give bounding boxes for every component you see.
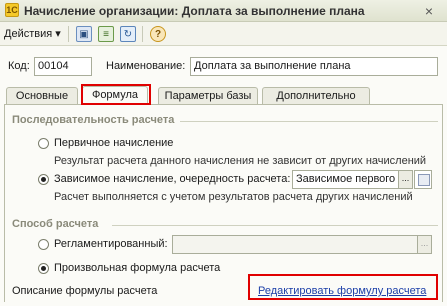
toolbar: Действия ▾ ▣ ≡ ↻ ?: [0, 22, 447, 46]
ellipsis-icon[interactable]: ...: [398, 171, 412, 188]
ellipsis-icon[interactable]: ...: [417, 236, 431, 253]
title-bar: 1С Начисление организации: Доплата за вы…: [0, 0, 447, 22]
actions-menu[interactable]: Действия ▾: [4, 27, 61, 40]
primary-accrual-description: Результат расчета данного начисления не …: [54, 155, 427, 167]
dependent-accrual-label: Зависимое начисление, очередность расчет…: [54, 173, 291, 185]
tab-additional[interactable]: Дополнительно: [262, 87, 370, 104]
save-icon[interactable]: ▣: [76, 26, 92, 42]
primary-accrual-radio[interactable]: [38, 138, 49, 149]
document-icon[interactable]: ≡: [98, 26, 114, 42]
formula-description-label: Описание формулы расчета: [12, 285, 158, 297]
regulated-label: Регламентированный:: [54, 238, 168, 250]
app-icon: 1С: [5, 3, 19, 17]
dependent-accrual-description: Расчет выполняется с учетом результатов …: [54, 191, 413, 203]
method-group-title: Способ расчета: [12, 218, 99, 230]
edit-link-highlight: [248, 274, 438, 300]
window-title: Начисление организации: Доплата за выпол…: [24, 4, 365, 18]
close-icon[interactable]: ×: [420, 3, 438, 19]
clear-icon: [418, 174, 430, 186]
name-field[interactable]: Доплата за выполнение плана: [190, 57, 438, 76]
sequence-group-title: Последовательность расчета: [12, 114, 175, 126]
tab-base-parameters[interactable]: Параметры базы: [158, 87, 258, 104]
custom-formula-radio[interactable]: [38, 263, 49, 274]
form-window: 1С Начисление организации: Доплата за вы…: [0, 0, 447, 306]
group-divider: [112, 225, 438, 226]
formula-tab-highlight: [81, 84, 151, 105]
toolbar-separator: [142, 26, 143, 42]
clear-icon-box[interactable]: [414, 170, 432, 189]
code-label: Код:: [8, 60, 30, 72]
chevron-down-icon: ▾: [55, 28, 61, 40]
actions-label: Действия: [4, 28, 53, 40]
custom-formula-label: Произвольная формула расчета: [54, 262, 221, 274]
group-divider: [180, 121, 438, 122]
primary-accrual-label: Первичное начисление: [54, 137, 174, 149]
help-icon[interactable]: ?: [150, 26, 166, 42]
regulated-radio[interactable]: [38, 239, 49, 250]
tab-main[interactable]: Основные: [6, 87, 78, 104]
toolbar-separator: [68, 26, 69, 42]
calculation-order-select[interactable]: Зависимое первого ...: [292, 170, 413, 189]
dependent-accrual-radio[interactable]: [38, 174, 49, 185]
refresh-icon[interactable]: ↻: [120, 26, 136, 42]
calculation-order-value: Зависимое первого: [296, 173, 396, 185]
regulated-select[interactable]: ...: [172, 235, 432, 254]
code-field[interactable]: 00104: [34, 57, 92, 76]
name-label: Наименование:: [106, 60, 186, 72]
